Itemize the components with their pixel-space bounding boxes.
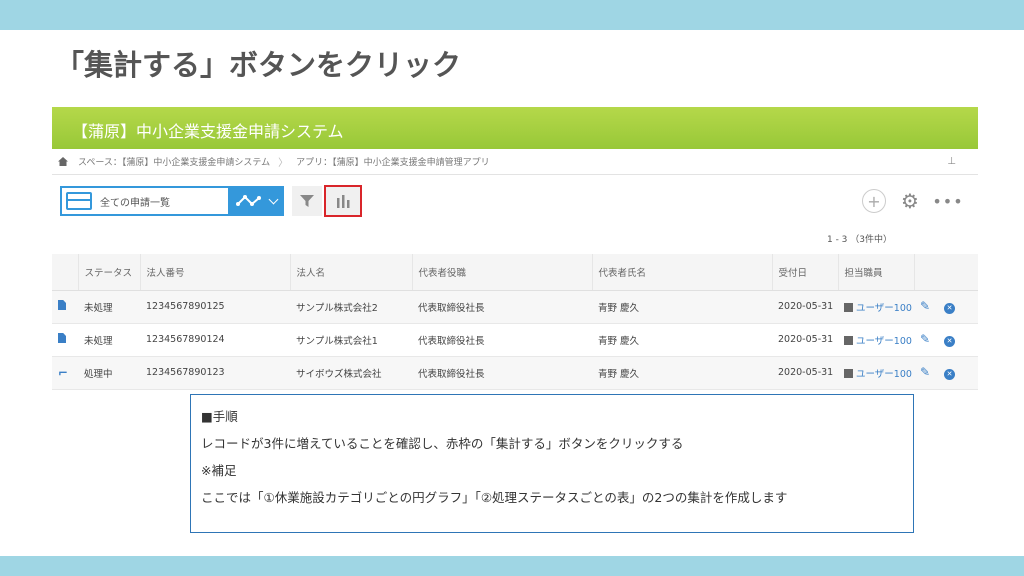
column-icon <box>52 254 78 291</box>
company-cell: サンプル株式会社1 <box>290 323 412 357</box>
app-header: 【蒲原】中小企業支援金申請システム <box>52 107 978 149</box>
record-detail-link[interactable] <box>52 290 78 324</box>
home-icon[interactable] <box>58 157 68 166</box>
note-supplement: ここでは「①休業施設カテゴリごとの円グラフ」「②処理ステータスごとの表」の2つの… <box>201 490 788 505</box>
user-icon <box>844 335 853 345</box>
chevron-right-icon: 〉 <box>278 158 289 169</box>
settings-button[interactable]: ⚙ <box>898 189 922 213</box>
date-cell: 2020-05-31 <box>772 290 838 324</box>
add-record-button[interactable]: + <box>862 189 886 213</box>
table-header: ステータス 法人番号 法人名 代表者役職 代表者氏名 受付日 担当職員 <box>52 254 978 291</box>
staff-cell: ユーザー100 <box>838 356 914 390</box>
app-screenshot: 【蒲原】中小企業支援金申請システム スペース：【蒲原】中小企業支援金申請システム… <box>52 107 978 407</box>
title-cell: 代表取締役社長 <box>412 290 592 324</box>
staff-link[interactable]: ユーザー100 <box>856 336 912 347</box>
staff-cell: ユーザー100 <box>838 290 914 324</box>
column-header[interactable]: ステータス <box>77 254 140 291</box>
actions-cell: ✎ ✕ <box>914 323 978 357</box>
company-cell: サンプル株式会社2 <box>290 290 412 324</box>
note-heading: ■手順 <box>201 409 238 424</box>
filter-icon <box>300 195 314 207</box>
title-cell: 代表取締役社長 <box>412 323 592 357</box>
graph-view-button[interactable] <box>228 186 284 216</box>
column-header[interactable]: 法人番号 <box>139 254 290 291</box>
top-band <box>0 0 1024 30</box>
column-header[interactable]: 法人名 <box>289 254 412 291</box>
column-header[interactable]: 代表者氏名 <box>591 254 772 291</box>
chevron-down-icon <box>268 194 278 204</box>
user-icon <box>844 302 853 312</box>
rep-cell: 青野 慶久 <box>592 356 772 390</box>
delete-icon[interactable]: ✕ <box>944 336 956 347</box>
table-view-icon <box>66 192 92 210</box>
breadcrumb-space[interactable]: スペース：【蒲原】中小企業支援金申請システム <box>78 155 270 168</box>
filter-button[interactable] <box>292 186 322 216</box>
actions-cell: ✎ ✕ <box>914 290 978 324</box>
note-step: レコードが3件に増えていることを確認し、赤枠の「集計する」ボタンをクリックする <box>201 436 684 451</box>
breadcrumb: スペース：【蒲原】中小企業支援金申請システム 〉 アプリ：【蒲原】中小企業支援金… <box>52 149 978 175</box>
instruction-box: ■手順 レコードが3件に増えていることを確認し、赤枠の「集計する」ボタンをクリッ… <box>190 394 914 533</box>
actions-cell: ✎ ✕ <box>914 356 978 390</box>
pencil-icon[interactable]: ✎ <box>920 365 930 379</box>
more-button[interactable]: ••• <box>932 189 962 213</box>
bottom-band <box>0 556 1024 576</box>
title-cell: 代表取締役社長 <box>412 356 592 390</box>
record-detail-link[interactable]: ⌐ <box>52 356 78 390</box>
aggregate-button[interactable] <box>324 185 362 217</box>
number-cell: 1234567890125 <box>140 290 290 324</box>
rep-cell: 青野 慶久 <box>592 323 772 357</box>
slide-title: 「集計する」ボタンをクリック <box>55 48 462 82</box>
pin-icon[interactable]: ⊥ <box>947 156 956 167</box>
column-header[interactable]: 受付日 <box>771 254 838 291</box>
status-cell: 未処理 <box>78 323 140 357</box>
pencil-icon[interactable]: ✎ <box>920 332 930 346</box>
table-row[interactable]: 未処理 1234567890125 サンプル株式会社2 代表取締役社長 青野 慶… <box>52 290 978 324</box>
plus-icon: + <box>867 191 881 211</box>
column-header[interactable]: 代表者役職 <box>411 254 592 291</box>
date-cell: 2020-05-31 <box>772 323 838 357</box>
breadcrumb-app[interactable]: アプリ：【蒲原】中小企業支援金申請管理アプリ <box>296 155 490 168</box>
staff-link[interactable]: ユーザー100 <box>856 303 912 314</box>
rep-cell: 青野 慶久 <box>592 290 772 324</box>
staff-link[interactable]: ユーザー100 <box>856 369 912 380</box>
column-actions <box>913 254 978 291</box>
gear-icon: ⚙ <box>901 189 919 213</box>
document-icon <box>58 300 66 310</box>
record-table: ステータス 法人番号 法人名 代表者役職 代表者氏名 受付日 担当職員 未処理 … <box>52 254 978 390</box>
staff-cell: ユーザー100 <box>838 323 914 357</box>
toolbar: 全ての申請一覧 + ⚙ ••• <box>52 175 978 227</box>
table-row[interactable]: ⌐ 処理中 1234567890123 サイボウズ株式会社 代表取締役社長 青野… <box>52 356 978 390</box>
more-icon: ••• <box>932 191 964 211</box>
process-icon: ⌐ <box>58 365 69 380</box>
delete-icon[interactable]: ✕ <box>944 303 956 314</box>
record-detail-link[interactable] <box>52 323 78 357</box>
line-graph-icon <box>235 195 261 206</box>
status-cell: 未処理 <box>78 290 140 324</box>
bar-chart-icon <box>337 195 350 208</box>
user-icon <box>844 368 853 378</box>
column-header[interactable]: 担当職員 <box>837 254 914 291</box>
delete-icon[interactable]: ✕ <box>944 369 956 380</box>
table-row[interactable]: 未処理 1234567890124 サンプル株式会社1 代表取締役社長 青野 慶… <box>52 323 978 357</box>
record-count: 1 - 3 （3件中） <box>826 235 892 245</box>
date-cell: 2020-05-31 <box>772 356 838 390</box>
number-cell: 1234567890124 <box>140 323 290 357</box>
company-cell: サイボウズ株式会社 <box>290 356 412 390</box>
pencil-icon[interactable]: ✎ <box>920 299 930 313</box>
note-supplement-heading: ※補足 <box>201 463 237 478</box>
status-cell: 処理中 <box>78 356 140 390</box>
number-cell: 1234567890123 <box>140 356 290 390</box>
document-icon <box>58 333 66 343</box>
